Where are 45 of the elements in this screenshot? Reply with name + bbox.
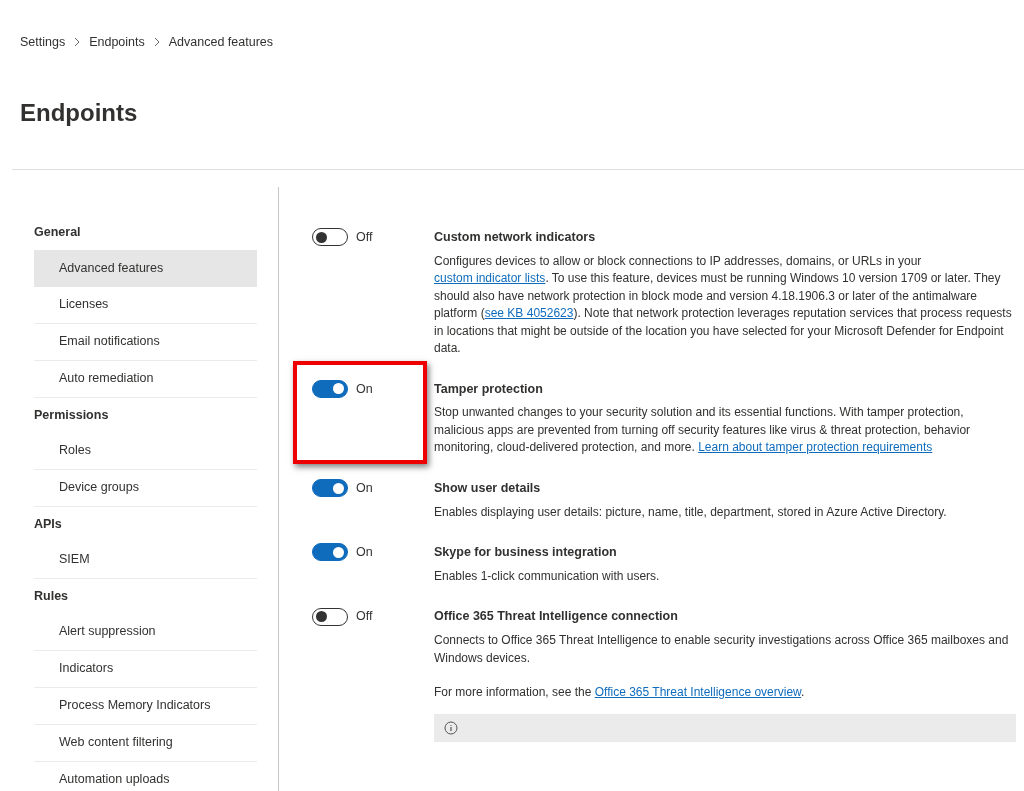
link[interactable]: Learn about tamper protection requirements [698,440,933,455]
nav-item[interactable]: Indicators [34,650,257,688]
nav-item[interactable]: Alert suppression [34,613,257,651]
nav-item[interactable]: SIEM [34,541,257,579]
feature-title: Tamper protection [434,380,544,398]
nav-group-heading: Rules [34,587,70,605]
toggle-switch[interactable] [312,543,348,562]
chevron-right-icon [73,37,82,48]
toggle-switch[interactable] [312,379,348,398]
feature-description: For more information, see the Office 365 Threat Intelligence overview. [434,684,806,701]
feature-description: Connects to Office 365 Threat Intelligence to enable security investigations across Office 365 mailboxes and Windows devices. [434,632,1010,667]
nav-item[interactable]: Web content filtering [34,724,257,762]
toggle-state-label: Off [356,228,373,246]
toggle-switch[interactable] [312,228,348,247]
toggle-state-label: Off [356,608,373,626]
feature-title: Show user details [434,479,542,497]
breadcrumb-link[interactable]: Endpoints [89,33,145,52]
nav-item[interactable]: Roles [34,432,257,470]
nav-item[interactable]: Automation uploads [34,761,257,791]
toggle-switch[interactable] [312,479,348,498]
toggle-state-label: On [356,544,373,561]
breadcrumb-link[interactable]: Settings [20,33,66,52]
feature-description: Configures devices to allow or block connections to IP addresses, domains, or URLs in your custom indicator lists. To use this feature, devices must be running Windows 10 version 1709 or later. They should also have network protection in block mode and version 4.18.1906.3 or later of the antimalware platform (see KB 4052623). Note that network protection leverages reputation services that process requests in locations that might be outside of the location you have selected for your Microsoft Defender for Endpoint data. [434,252,1013,357]
nav-group-heading: Permissions [34,406,110,424]
feature-title: Custom network indicators [434,228,597,246]
nav-item[interactable]: Auto remediation [34,360,257,398]
feature-description: Enables 1-click communication with users. [434,567,661,585]
info-icon [444,720,458,735]
feature-description: Enables displaying user details: picture, name, title, department, stored in Azure Active Directory. [434,503,948,521]
chevron-right-icon [152,37,161,48]
nav-item[interactable]: Email notifications [34,323,257,361]
breadcrumb-link[interactable]: Advanced features [168,33,274,52]
toggle-state-label: On [356,380,373,398]
nav-group-heading: APIs [34,515,63,533]
nav-item[interactable]: Licenses [34,286,257,324]
feature-title: Office 365 Threat Intelligence connection [434,608,679,626]
feature-title: Skype for business integration [434,544,618,561]
toggle-switch[interactable] [312,607,348,626]
nav-group-heading: General [34,223,82,241]
nav-item[interactable]: Device groups [34,469,257,507]
feature-description: Stop unwanted changes to your security solution and its essential functions. With tamper protection, malicious apps are prevented from turning off security features like virus & threat protection, behavior monitoring, cloud-delivered protection, and more. Learn about tamper protection requirements [434,404,972,457]
nav-item[interactable]: Advanced features [34,249,257,287]
toggle-state-label: On [356,479,373,497]
page-title: Endpoints [19,97,139,128]
nav-item[interactable]: Process Memory Indicators [34,687,257,725]
